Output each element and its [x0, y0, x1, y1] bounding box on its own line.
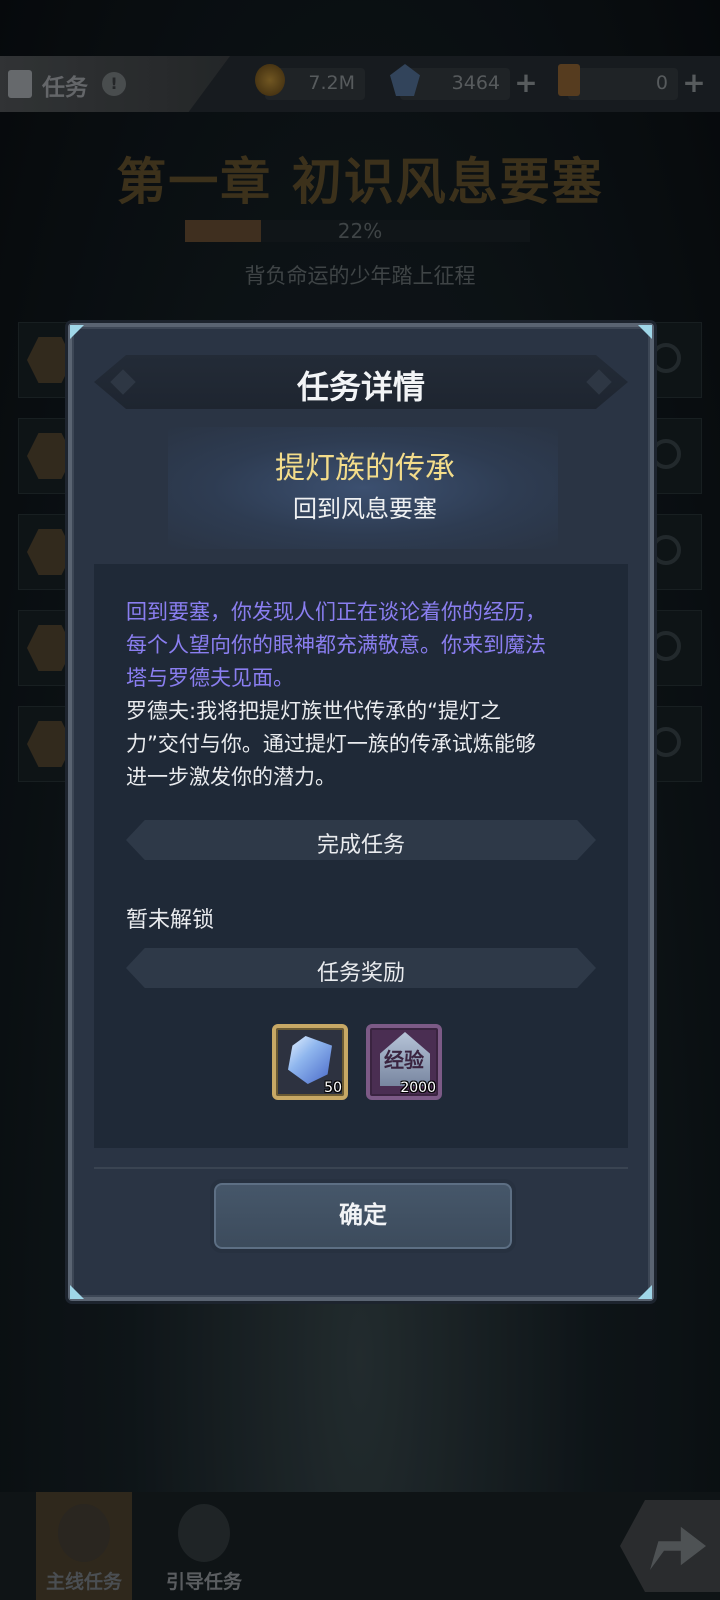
reward-quantity: 50	[324, 1080, 342, 1096]
corner-ornament	[638, 1285, 652, 1299]
divider	[94, 1167, 628, 1169]
dialogue-line: 进一步激发你的潜力。	[126, 765, 336, 789]
confirm-button[interactable]: 确定	[210, 1179, 516, 1253]
reward-quantity: 2000	[400, 1080, 436, 1096]
tab-main-quests-label: 主线任务	[45, 1571, 122, 1593]
dialogue-line: 力”交付与你。通过提灯一族的传承试炼能够	[126, 732, 536, 756]
exp-label: 经验	[384, 1048, 424, 1072]
reward-section-label: 任务奖励	[316, 961, 405, 986]
crystal-icon	[288, 1036, 332, 1084]
reward-exp[interactable]: 经验 2000	[366, 1024, 442, 1100]
complete-task-label: 完成任务	[316, 833, 405, 858]
narration-line: 每个人望向你的眼神都充满敬意。你来到魔法	[126, 633, 546, 657]
corner-ornament	[70, 1285, 84, 1299]
bone-scroll-icon	[178, 1504, 230, 1562]
reward-crystal[interactable]: 50	[272, 1024, 348, 1100]
tab-main-quests[interactable]: 主线任务	[36, 1492, 132, 1600]
quest-content-panel: 回到要塞，你发现人们正在谈论着你的经历， 每个人望向你的眼神都充满敬意。你来到魔…	[94, 564, 628, 1148]
narration-line: 塔与罗德夫见面。	[126, 666, 294, 690]
dialogue-line: 罗德夫:我将把提灯族世代传承的“提灯之	[126, 699, 501, 723]
scroll-icon	[58, 1504, 110, 1562]
quest-name: 提灯族的传承	[275, 451, 455, 486]
narration-line: 回到要塞，你发现人们正在谈论着你的经历，	[126, 600, 546, 624]
tab-guide-quests-label: 引导任务	[165, 1571, 242, 1593]
quest-detail-dialog: 任务详情 提灯族的传承 回到风息要塞 回到要塞，你发现人们正在谈论着你的经历， …	[68, 323, 654, 1301]
reward-section: 任务奖励	[126, 948, 596, 988]
share-arrow-icon	[650, 1526, 706, 1570]
locked-status: 暂未解锁	[126, 908, 215, 933]
quest-subtitle: 回到风息要塞	[293, 495, 437, 523]
dialog-title: 任务详情	[296, 368, 425, 406]
dialog-header: 任务详情	[94, 355, 628, 409]
game-screen: 任务 ! 7.2M 3464 + 0 + 第一章 初识风息要塞 22% 背负命运…	[0, 0, 720, 1600]
quest-description: 回到要塞，你发现人们正在谈论着你的经历， 每个人望向你的眼神都充满敬意。你来到魔…	[126, 596, 596, 794]
bottom-nav: 主线任务 引导任务	[0, 1492, 720, 1600]
complete-task-section: 完成任务	[126, 820, 596, 860]
corner-ornament	[638, 325, 652, 339]
tab-guide-quests[interactable]: 引导任务	[156, 1492, 252, 1600]
corner-ornament	[70, 325, 84, 339]
confirm-button-label: 确定	[339, 1201, 387, 1229]
